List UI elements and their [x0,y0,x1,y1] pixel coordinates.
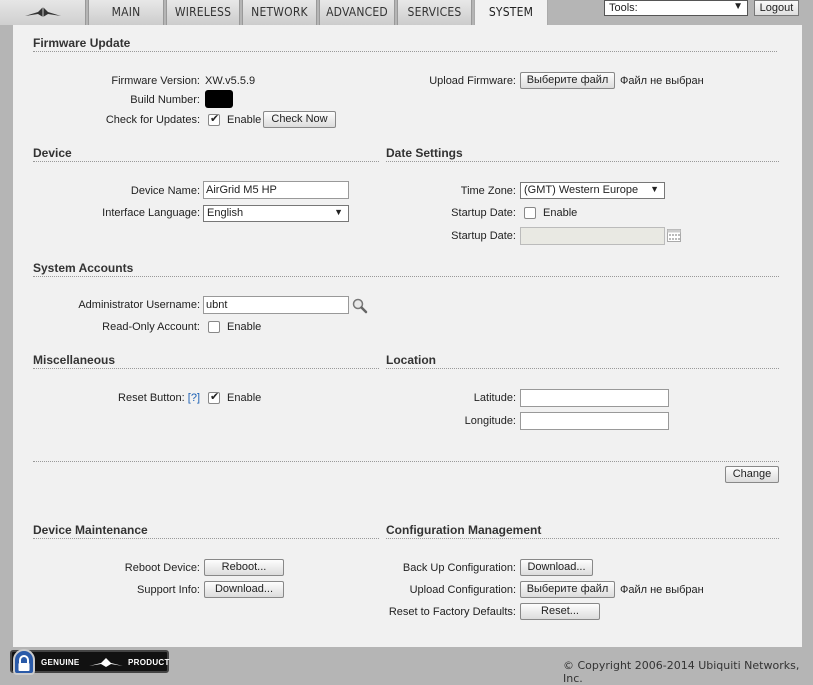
magnifier-icon[interactable] [352,298,368,314]
tools-dropdown-label: Tools: [609,2,638,14]
upload-config-label: Upload Configuration: [409,584,516,596]
ubiquiti-logo-icon [89,658,123,667]
system-accounts-title: System Accounts [33,261,779,277]
interface-language-value: English [207,207,244,219]
time-zone-label: Time Zone: [460,185,516,197]
longitude-input[interactable] [520,412,669,430]
tab-wireless[interactable]: WIRELESS [166,0,240,25]
latitude-label: Latitude: [473,392,516,404]
firmware-version-label: Firmware Version: [111,75,200,87]
reset-button-label-row: Reset Button: [?] [33,392,200,404]
copyright-text: © Copyright 2006-2014 Ubiquiti Networks,… [563,659,800,685]
lock-icon [13,649,35,675]
startup-date-enable-label: Startup Date: [451,207,516,219]
config-file-status: Файл не выбран [620,584,704,596]
change-button[interactable]: Change [725,466,779,483]
readonly-account-checkbox[interactable] [208,321,220,333]
support-info-label: Support Info: [137,584,200,596]
admin-username-input[interactable]: ubnt [203,296,349,314]
firmware-update-title: Firmware Update [33,36,777,52]
location-title: Location [386,353,779,369]
tab-system[interactable]: SYSTEM [474,0,548,26]
readonly-account-enable-text: Enable [227,321,262,333]
startup-date-input[interactable] [520,227,665,245]
build-number-label: Build Number: [130,94,200,106]
chevron-down-icon: ▼ [733,1,743,12]
tab-main[interactable]: MAIN [88,0,164,25]
build-number-redaction [205,90,233,108]
reset-button-help-link[interactable]: [?] [188,392,200,404]
logo-tab[interactable] [0,0,86,25]
startup-date-enable-text: Enable [543,207,578,219]
startup-date-field-label: Startup Date: [451,230,516,242]
time-zone-value: (GMT) Western Europe [524,184,639,196]
badge-product-text: PRODUCT [128,658,170,667]
startup-date-checkbox[interactable] [524,207,536,219]
time-zone-select[interactable]: (GMT) Western Europe ▼ [520,182,665,199]
upload-firmware-label: Upload Firmware: [429,75,516,87]
device-name-input[interactable]: AirGrid M5 HP [203,181,349,199]
top-navigation: MAIN WIRELESS NETWORK ADVANCED SERVICES … [0,0,813,26]
support-info-download-button[interactable]: Download... [204,581,284,598]
choose-firmware-file-button[interactable]: Выберите файл [520,72,615,89]
reset-button-checkbox[interactable] [208,390,220,404]
logout-button[interactable]: Logout [754,0,799,16]
reboot-button[interactable]: Reboot... [204,559,284,576]
calendar-icon[interactable] [667,229,681,242]
device-name-label: Device Name: [130,185,200,197]
latitude-input[interactable] [520,389,669,407]
backup-config-download-button[interactable]: Download... [520,559,593,576]
device-maintenance-title: Device Maintenance [33,523,379,539]
section-divider [33,461,779,462]
admin-username-label: Administrator Username: [78,299,200,311]
device-title: Device [33,146,379,162]
reset-button-label: Reset Button: [118,392,185,404]
check-updates-label: Check for Updates: [105,114,200,126]
configuration-management-title: Configuration Management [386,523,779,539]
firmware-version-value: XW.v5.5.9 [205,75,256,87]
reset-factory-label: Reset to Factory Defaults: [388,606,516,618]
tab-advanced[interactable]: ADVANCED [319,0,395,25]
choose-config-file-button[interactable]: Выберите файл [520,581,615,598]
chevron-down-icon: ▼ [650,184,659,194]
genuine-product-badge: GENUINE PRODUCT [10,649,170,675]
backup-config-label: Back Up Configuration: [402,562,516,574]
badge-genuine-text: GENUINE [41,658,80,667]
reset-factory-button[interactable]: Reset... [520,603,600,620]
date-settings-title: Date Settings [386,146,779,162]
check-now-button[interactable]: Check Now [263,111,336,128]
miscellaneous-title: Miscellaneous [33,353,379,369]
system-settings-panel: Firmware Update Firmware Version: XW.v5.… [13,25,802,647]
longitude-label: Longitude: [464,415,516,427]
firmware-file-status: Файл не выбран [620,75,704,87]
check-updates-enable-label: Enable [227,114,262,126]
check-updates-checkbox[interactable] [208,112,220,126]
chevron-down-icon: ▼ [334,207,343,217]
tab-services[interactable]: SERVICES [397,0,472,25]
reset-button-enable-text: Enable [227,392,262,404]
interface-language-select[interactable]: English ▼ [203,205,349,222]
tools-dropdown[interactable]: Tools: ▼ [604,0,748,16]
tab-network[interactable]: NETWORK [242,0,317,25]
interface-language-label: Interface Language: [102,207,200,219]
reboot-device-label: Reboot Device: [124,562,200,574]
readonly-account-label: Read-Only Account: [102,321,200,333]
ubiquiti-logo-icon [25,7,61,17]
